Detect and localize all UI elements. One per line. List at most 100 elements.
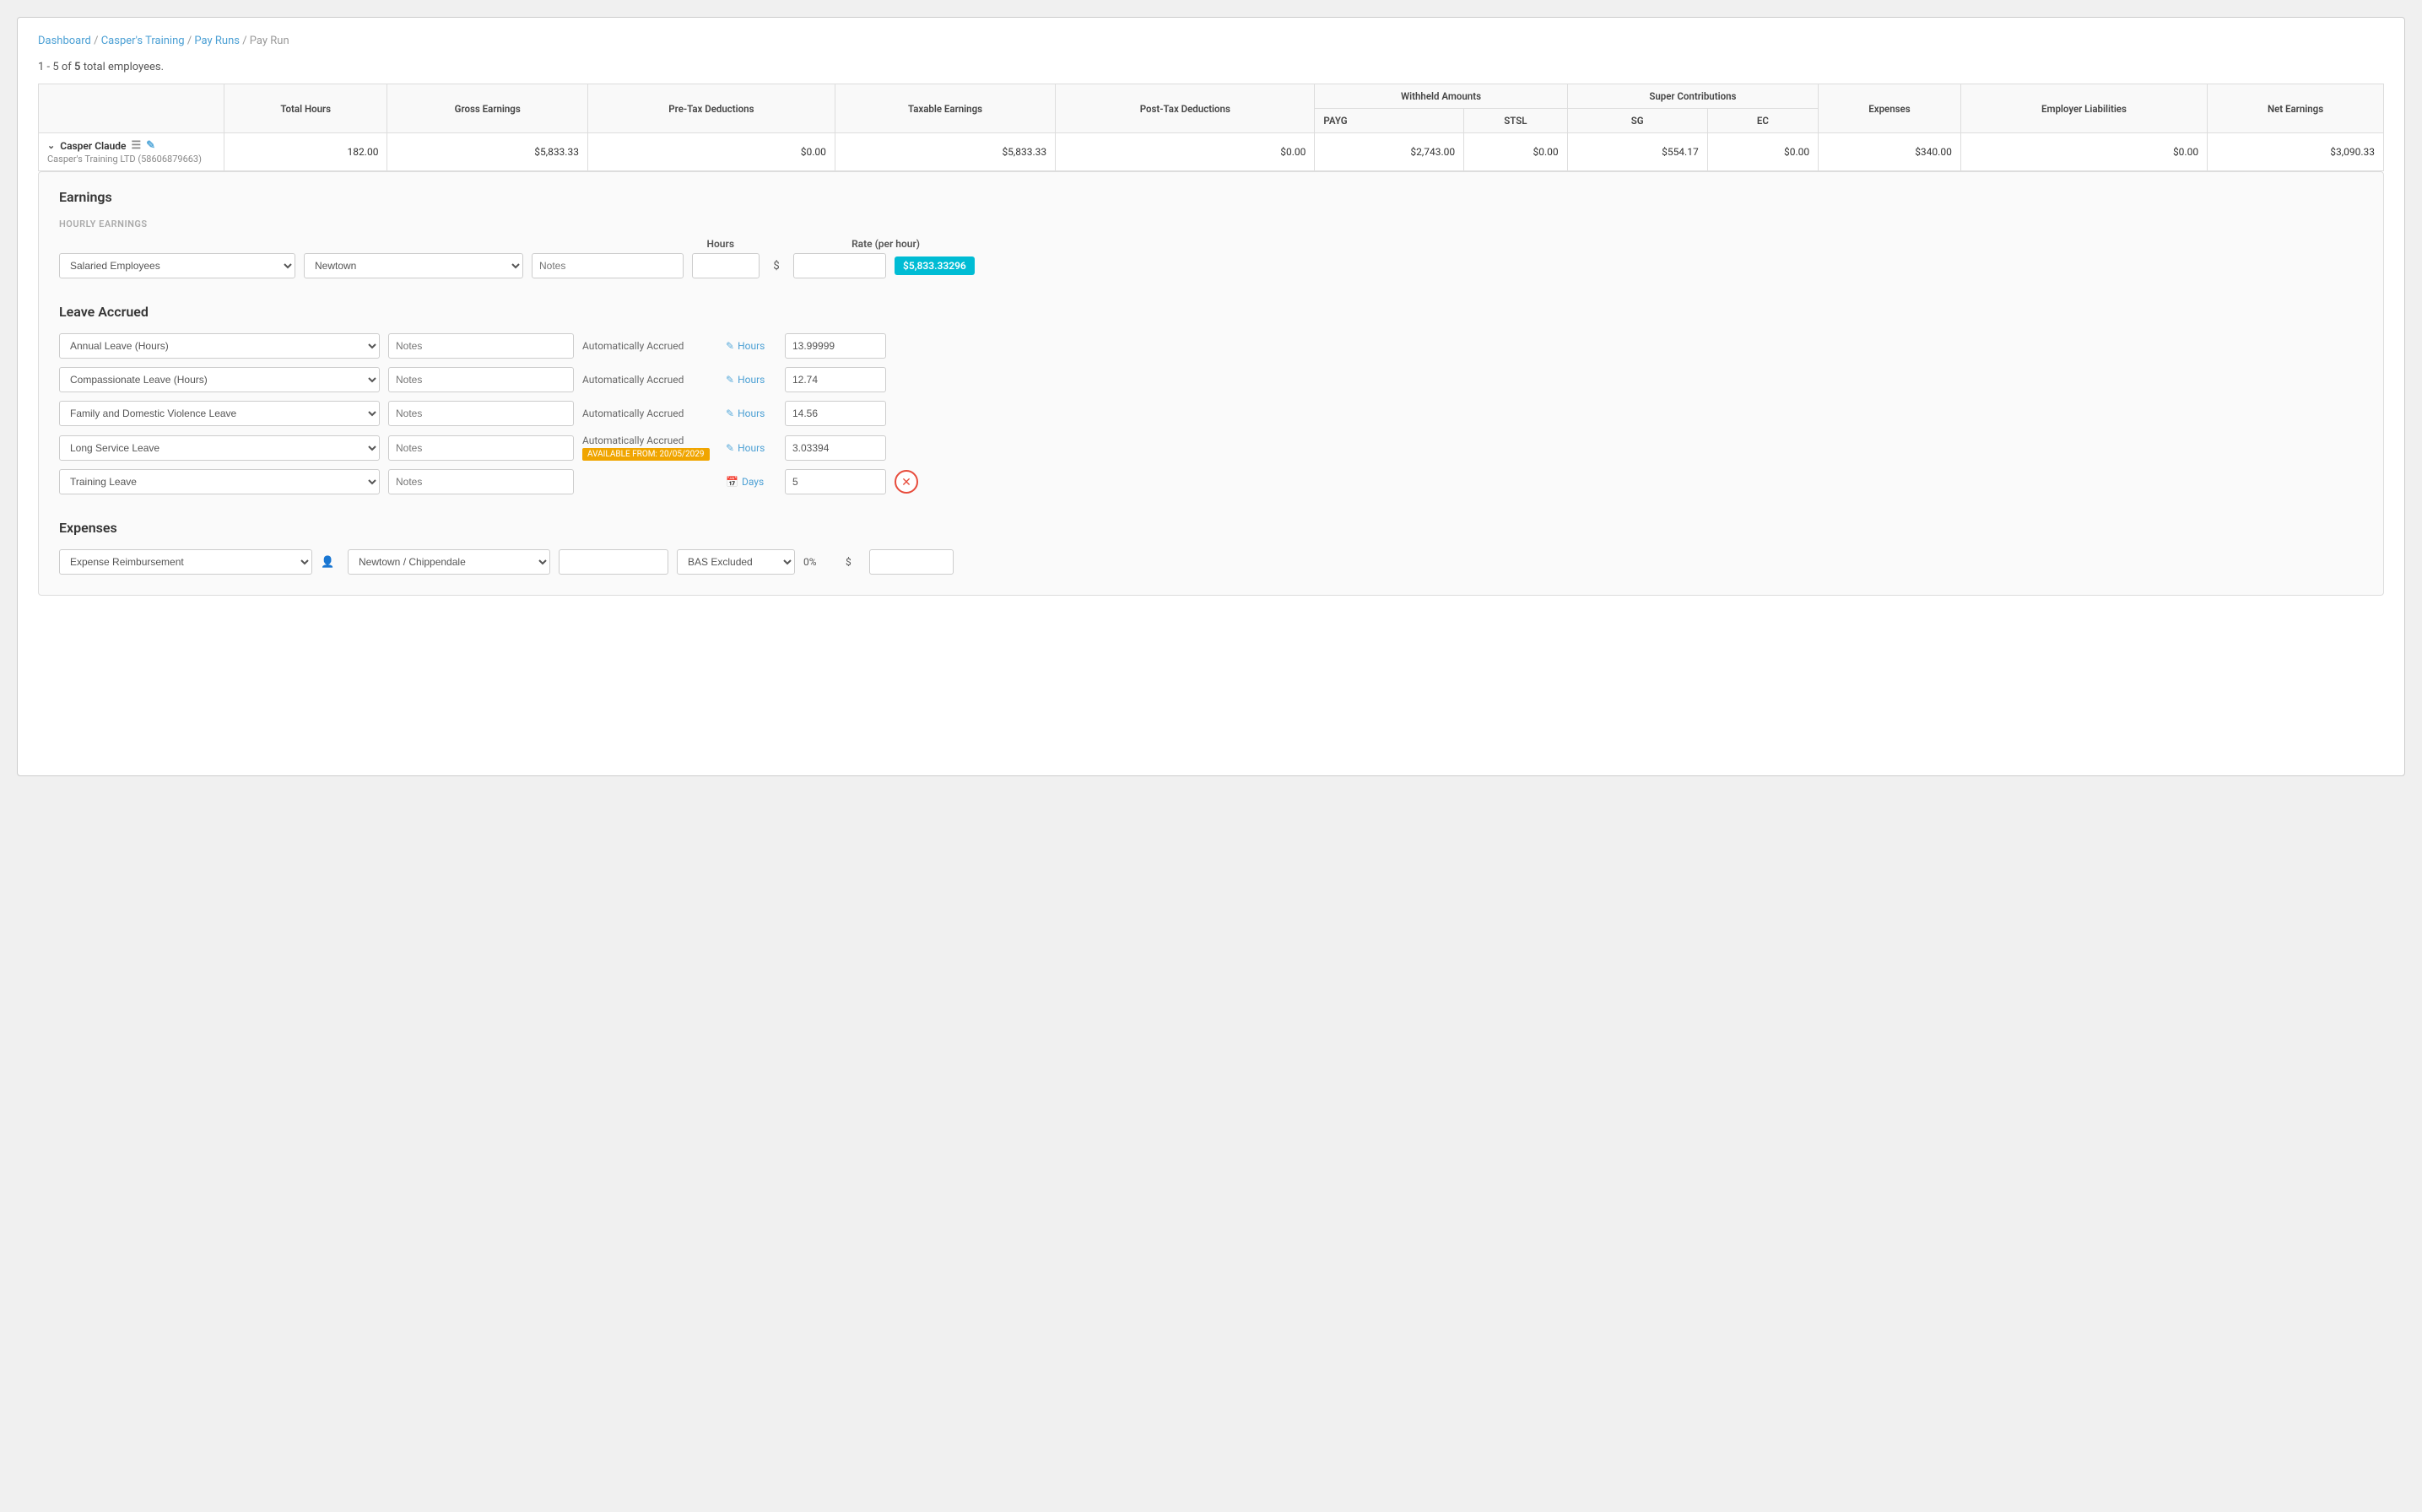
breadcrumb-pay-runs[interactable]: Pay Runs [194, 35, 240, 47]
earnings-total-badge: $5,833.33296 [895, 256, 975, 275]
cell-gross-earnings: $5,833.33 [387, 133, 588, 171]
calendar-icon: 📅 [726, 476, 738, 488]
leave-unit-label-2: ✎ Hours [726, 408, 776, 419]
leave-type-col: Family and Domestic Violence Leave [59, 401, 380, 426]
earnings-rate-col: 32.05128 [793, 253, 886, 278]
leave-type-select-2[interactable]: Family and Domestic Violence Leave [59, 401, 380, 426]
expenses-row: Expense Reimbursement 👤 Newtown / Chippe… [59, 549, 2363, 575]
cell-sg: $554.17 [1567, 133, 1707, 171]
leave-notes-col [388, 367, 574, 392]
leave-unit-label-3: ✎ Hours [726, 442, 776, 454]
leave-type-select-1[interactable]: Compassionate Leave (Hours) [59, 367, 380, 392]
th-payg: PAYG [1315, 109, 1464, 133]
th-taxable: Taxable Earnings [835, 84, 1055, 133]
th-super-group: Super Contributions [1567, 84, 1818, 109]
leave-unit-input-1[interactable] [785, 367, 886, 392]
expense-pct: 0% [803, 556, 837, 568]
earnings-dollar-sign: $ [768, 260, 785, 273]
expense-bas-select[interactable]: BAS Excluded [677, 549, 795, 575]
expense-date-input[interactable]: (8/12/2020) [559, 549, 668, 575]
hours-col-header: Hours [692, 238, 734, 250]
th-employer-liabilities: Employer Liabilities [1960, 84, 2207, 133]
expense-location-select[interactable]: Newtown / Chippendale [348, 549, 550, 575]
cell-ec: $0.00 [1707, 133, 1818, 171]
employee-sub: Casper's Training LTD (58606879663) [47, 154, 215, 165]
leave-type-col: Training Leave [59, 469, 380, 494]
cell-post-tax: $0.00 [1056, 133, 1315, 171]
leave-notes-input-2[interactable] [388, 401, 574, 426]
expense-type-col: Expense Reimbursement [59, 549, 312, 575]
leave-accrued-col: Automatically Accrued [582, 340, 717, 352]
earnings-row: Salaried Employees Newtown 182 $ 32.0512… [59, 253, 2363, 278]
th-sg: SG [1567, 109, 1707, 133]
leave-unit-input-3[interactable] [785, 435, 886, 461]
pencil-icon: ✎ [726, 340, 734, 352]
pencil-icon: ✎ [726, 374, 734, 386]
rate-col-header: Rate (per hour) [819, 238, 920, 250]
th-stsl: STSL [1464, 109, 1568, 133]
available-badge: AVAILABLE FROM: 20/05/2029 [582, 448, 710, 461]
leave-unit-label-1: ✎ Hours [726, 374, 776, 386]
leave-unit-input-4[interactable] [785, 469, 886, 494]
expense-amount-col: 340.00 [869, 549, 954, 575]
edit-icon[interactable]: ✎ [146, 139, 155, 152]
hourly-earnings-label: HOURLY EARNINGS [59, 219, 2363, 230]
leave-accrued-section: Leave Accrued Annual Leave (Hours) Autom… [59, 304, 2363, 494]
list-icon[interactable]: ☰ [132, 139, 142, 152]
expense-type-select[interactable]: Expense Reimbursement [59, 549, 312, 575]
leave-accrued-col: Automatically Accrued [582, 374, 717, 386]
expense-date-col: (8/12/2020) [559, 549, 668, 575]
leave-notes-col [388, 333, 574, 359]
breadcrumb-current: Pay Run [250, 35, 289, 47]
earnings-location-select[interactable]: Newtown [304, 253, 523, 278]
leave-rows-container: Annual Leave (Hours) Automatically Accru… [59, 333, 2363, 494]
leave-notes-input-0[interactable] [388, 333, 574, 359]
leave-notes-input-3[interactable] [388, 435, 574, 461]
leave-accrued-col: Automatically Accrued [582, 408, 717, 419]
employee-name: Casper Claude [60, 140, 126, 152]
earnings-type-select[interactable]: Salaried Employees [59, 253, 295, 278]
expense-dollar: $ [846, 556, 861, 568]
earnings-type-col: Salaried Employees [59, 253, 295, 278]
leave-unit-input-col [785, 333, 886, 359]
delete-leave-button[interactable]: ✕ [895, 470, 918, 494]
summary-text: 1 - 5 of 5 total employees. [38, 61, 2384, 73]
expense-amount-input[interactable]: 340.00 [869, 549, 954, 575]
pencil-icon: ✎ [726, 408, 734, 419]
earnings-title: Earnings [59, 189, 2363, 205]
cell-total-hours: 182.00 [224, 133, 387, 171]
breadcrumb-training[interactable]: Casper's Training [101, 35, 185, 47]
leave-type-select-3[interactable]: Long Service Leave [59, 435, 380, 461]
leave-unit-input-col [785, 367, 886, 392]
accrued-text: Automatically Accrued [582, 340, 684, 352]
leave-row: Annual Leave (Hours) Automatically Accru… [59, 333, 2363, 359]
earnings-hours-input[interactable]: 182 [692, 253, 760, 278]
earnings-subsection: Earnings HOURLY EARNINGS Hours Rate (per… [59, 189, 2363, 278]
leave-unit-input-0[interactable] [785, 333, 886, 359]
row-chevron[interactable]: ⌄ [47, 140, 55, 151]
leave-type-select-4[interactable]: Training Leave [59, 469, 380, 494]
leave-unit-label-0: ✎ Hours [726, 340, 776, 352]
breadcrumb: Dashboard / Casper's Training / Pay Runs… [38, 35, 2384, 47]
leave-type-col: Annual Leave (Hours) [59, 333, 380, 359]
leave-unit-input-col [785, 469, 886, 494]
cell-expenses: $340.00 [1819, 133, 1961, 171]
leave-notes-col [388, 401, 574, 426]
cell-pre-tax: $0.00 [587, 133, 835, 171]
leave-notes-input-4[interactable] [388, 469, 574, 494]
earnings-section: Earnings HOURLY EARNINGS Hours Rate (per… [38, 171, 2384, 596]
accrued-text: Automatically Accrued [582, 374, 684, 386]
earnings-notes-input[interactable] [532, 253, 684, 278]
earnings-total-col: $5,833.33296 [895, 256, 996, 275]
earnings-notes-col [532, 253, 684, 278]
leave-type-select-0[interactable]: Annual Leave (Hours) [59, 333, 380, 359]
breadcrumb-dashboard[interactable]: Dashboard [38, 35, 91, 47]
earnings-rate-input[interactable]: 32.05128 [793, 253, 886, 278]
leave-notes-input-1[interactable] [388, 367, 574, 392]
leave-unit-input-2[interactable] [785, 401, 886, 426]
th-ec: EC [1707, 109, 1818, 133]
accrued-text: Automatically Accrued [582, 408, 684, 419]
th-pre-tax: Pre-Tax Deductions [587, 84, 835, 133]
th-name [39, 84, 224, 133]
th-withheld-group: Withheld Amounts [1315, 84, 1567, 109]
